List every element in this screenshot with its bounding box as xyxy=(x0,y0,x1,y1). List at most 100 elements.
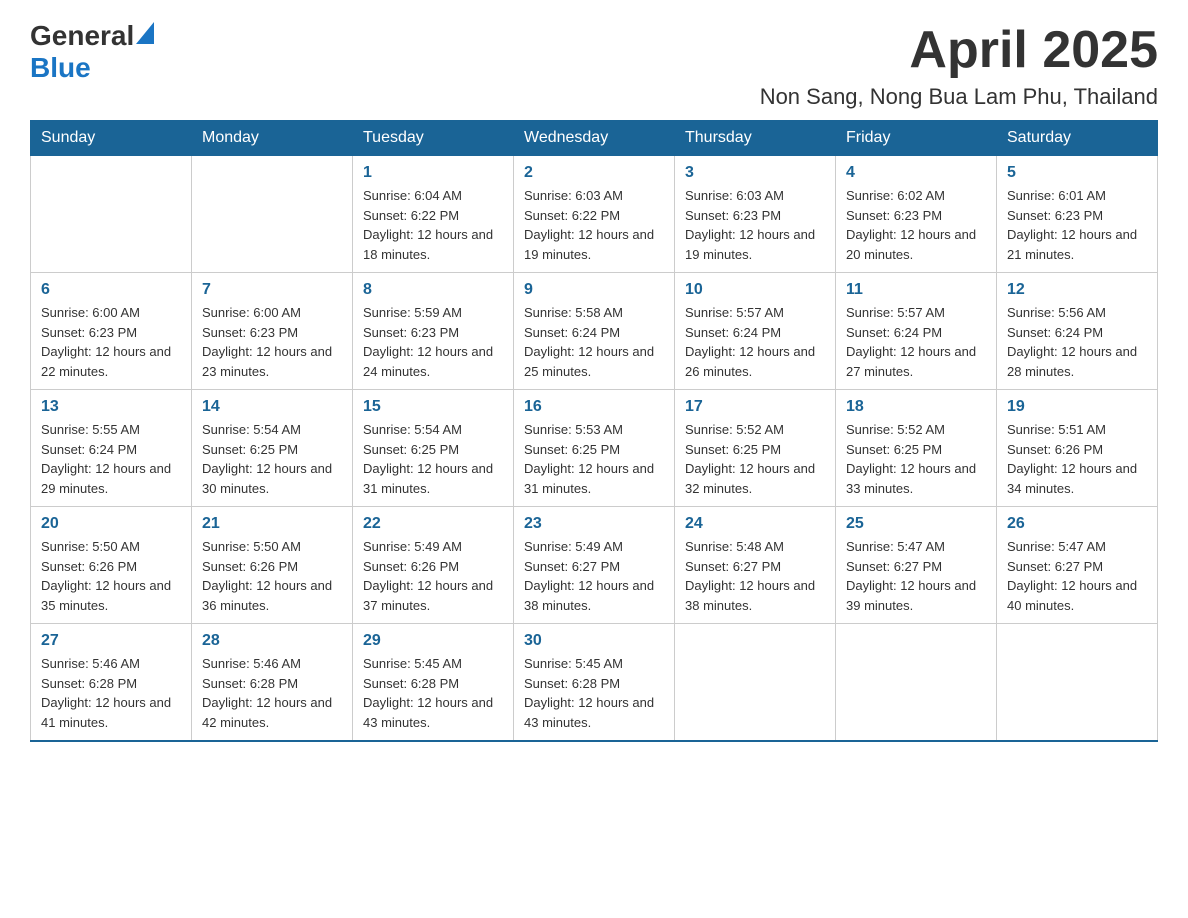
calendar-table: SundayMondayTuesdayWednesdayThursdayFrid… xyxy=(30,120,1158,742)
day-info: Sunrise: 5:53 AMSunset: 6:25 PMDaylight:… xyxy=(524,420,664,498)
day-number: 14 xyxy=(202,398,342,416)
day-info: Sunrise: 5:49 AMSunset: 6:27 PMDaylight:… xyxy=(524,537,664,615)
day-number: 20 xyxy=(41,515,181,533)
day-info: Sunrise: 5:50 AMSunset: 6:26 PMDaylight:… xyxy=(41,537,181,615)
calendar-cell: 2 Sunrise: 6:03 AMSunset: 6:22 PMDaylight… xyxy=(514,156,675,273)
day-number: 12 xyxy=(1007,281,1147,299)
day-info: Sunrise: 5:57 AMSunset: 6:24 PMDaylight:… xyxy=(685,303,825,381)
day-info: Sunrise: 5:54 AMSunset: 6:25 PMDaylight:… xyxy=(363,420,503,498)
calendar-cell: 26 Sunrise: 5:47 AMSunset: 6:27 PMDayligh… xyxy=(997,507,1158,624)
calendar-cell: 21 Sunrise: 5:50 AMSunset: 6:26 PMDayligh… xyxy=(192,507,353,624)
day-number: 11 xyxy=(846,281,986,299)
header-saturday: Saturday xyxy=(997,121,1158,156)
day-number: 18 xyxy=(846,398,986,416)
day-info: Sunrise: 5:59 AMSunset: 6:23 PMDaylight:… xyxy=(363,303,503,381)
calendar-cell: 16Sunrise: 5:53 AMSunset: 6:25 PMDayligh… xyxy=(514,390,675,507)
logo-triangle-icon xyxy=(136,22,154,44)
calendar-cell: 18 Sunrise: 5:52 AMSunset: 6:25 PMDayligh… xyxy=(836,390,997,507)
day-number: 28 xyxy=(202,632,342,650)
day-info: Sunrise: 5:50 AMSunset: 6:26 PMDaylight:… xyxy=(202,537,342,615)
day-number: 23 xyxy=(524,515,664,533)
week-row-4: 20 Sunrise: 5:50 AMSunset: 6:26 PMDayligh… xyxy=(31,507,1158,624)
day-info: Sunrise: 6:00 AMSunset: 6:23 PMDaylight:… xyxy=(41,303,181,381)
day-number: 4 xyxy=(846,164,986,182)
day-info: Sunrise: 5:57 AMSunset: 6:24 PMDaylight:… xyxy=(846,303,986,381)
calendar-cell: 20 Sunrise: 5:50 AMSunset: 6:26 PMDayligh… xyxy=(31,507,192,624)
day-info: Sunrise: 5:47 AMSunset: 6:27 PMDaylight:… xyxy=(1007,537,1147,615)
day-info: Sunrise: 5:51 AMSunset: 6:26 PMDaylight:… xyxy=(1007,420,1147,498)
day-number: 21 xyxy=(202,515,342,533)
calendar-cell: 23 Sunrise: 5:49 AMSunset: 6:27 PMDayligh… xyxy=(514,507,675,624)
day-number: 26 xyxy=(1007,515,1147,533)
page-header: General Blue April 2025 Non Sang, Nong B… xyxy=(30,20,1158,110)
day-number: 6 xyxy=(41,281,181,299)
day-number: 24 xyxy=(685,515,825,533)
day-info: Sunrise: 5:55 AMSunset: 6:24 PMDaylight:… xyxy=(41,420,181,498)
day-number: 7 xyxy=(202,281,342,299)
day-info: Sunrise: 5:52 AMSunset: 6:25 PMDaylight:… xyxy=(685,420,825,498)
day-info: Sunrise: 5:45 AMSunset: 6:28 PMDaylight:… xyxy=(524,654,664,732)
calendar-cell: 4 Sunrise: 6:02 AMSunset: 6:23 PMDaylight… xyxy=(836,156,997,273)
calendar-cell: 5 Sunrise: 6:01 AMSunset: 6:23 PMDaylight… xyxy=(997,156,1158,273)
header-row: SundayMondayTuesdayWednesdayThursdayFrid… xyxy=(31,121,1158,156)
calendar-cell: 13 Sunrise: 5:55 AMSunset: 6:24 PMDayligh… xyxy=(31,390,192,507)
day-number: 3 xyxy=(685,164,825,182)
day-number: 8 xyxy=(363,281,503,299)
calendar-cell: 10Sunrise: 5:57 AMSunset: 6:24 PMDayligh… xyxy=(675,273,836,390)
day-number: 30 xyxy=(524,632,664,650)
calendar-cell: 14Sunrise: 5:54 AMSunset: 6:25 PMDayligh… xyxy=(192,390,353,507)
header-monday: Monday xyxy=(192,121,353,156)
day-info: Sunrise: 6:03 AMSunset: 6:23 PMDaylight:… xyxy=(685,186,825,264)
day-info: Sunrise: 5:48 AMSunset: 6:27 PMDaylight:… xyxy=(685,537,825,615)
calendar-cell: 7 Sunrise: 6:00 AMSunset: 6:23 PMDaylight… xyxy=(192,273,353,390)
calendar-cell xyxy=(192,156,353,273)
day-info: Sunrise: 5:52 AMSunset: 6:25 PMDaylight:… xyxy=(846,420,986,498)
day-info: Sunrise: 5:46 AMSunset: 6:28 PMDaylight:… xyxy=(202,654,342,732)
calendar-cell: 15 Sunrise: 5:54 AMSunset: 6:25 PMDayligh… xyxy=(353,390,514,507)
day-info: Sunrise: 6:01 AMSunset: 6:23 PMDaylight:… xyxy=(1007,186,1147,264)
day-number: 22 xyxy=(363,515,503,533)
calendar-cell: 12 Sunrise: 5:56 AMSunset: 6:24 PMDayligh… xyxy=(997,273,1158,390)
day-number: 2 xyxy=(524,164,664,182)
day-info: Sunrise: 5:46 AMSunset: 6:28 PMDaylight:… xyxy=(41,654,181,732)
header-thursday: Thursday xyxy=(675,121,836,156)
calendar-cell: 8 Sunrise: 5:59 AMSunset: 6:23 PMDaylight… xyxy=(353,273,514,390)
logo: General Blue xyxy=(30,20,156,84)
calendar-cell: 30 Sunrise: 5:45 AMSunset: 6:28 PMDayligh… xyxy=(514,624,675,742)
header-tuesday: Tuesday xyxy=(353,121,514,156)
day-info: Sunrise: 5:56 AMSunset: 6:24 PMDaylight:… xyxy=(1007,303,1147,381)
location-title: Non Sang, Nong Bua Lam Phu, Thailand xyxy=(760,84,1158,110)
month-year-title: April 2025 xyxy=(760,20,1158,80)
calendar-cell: 17 Sunrise: 5:52 AMSunset: 6:25 PMDayligh… xyxy=(675,390,836,507)
day-info: Sunrise: 5:58 AMSunset: 6:24 PMDaylight:… xyxy=(524,303,664,381)
day-number: 9 xyxy=(524,281,664,299)
day-number: 5 xyxy=(1007,164,1147,182)
calendar-cell xyxy=(675,624,836,742)
day-number: 27 xyxy=(41,632,181,650)
day-info: Sunrise: 6:00 AMSunset: 6:23 PMDaylight:… xyxy=(202,303,342,381)
day-info: Sunrise: 5:47 AMSunset: 6:27 PMDaylight:… xyxy=(846,537,986,615)
day-number: 1 xyxy=(363,164,503,182)
calendar-cell: 3 Sunrise: 6:03 AMSunset: 6:23 PMDaylight… xyxy=(675,156,836,273)
calendar-cell: 6 Sunrise: 6:00 AMSunset: 6:23 PMDaylight… xyxy=(31,273,192,390)
day-number: 17 xyxy=(685,398,825,416)
day-number: 15 xyxy=(363,398,503,416)
calendar-cell: 22Sunrise: 5:49 AMSunset: 6:26 PMDayligh… xyxy=(353,507,514,624)
calendar-cell: 25 Sunrise: 5:47 AMSunset: 6:27 PMDayligh… xyxy=(836,507,997,624)
calendar-cell: 1Sunrise: 6:04 AMSunset: 6:22 PMDaylight… xyxy=(353,156,514,273)
day-number: 25 xyxy=(846,515,986,533)
day-info: Sunrise: 6:02 AMSunset: 6:23 PMDaylight:… xyxy=(846,186,986,264)
day-number: 19 xyxy=(1007,398,1147,416)
calendar-cell: 24 Sunrise: 5:48 AMSunset: 6:27 PMDayligh… xyxy=(675,507,836,624)
header-wednesday: Wednesday xyxy=(514,121,675,156)
header-sunday: Sunday xyxy=(31,121,192,156)
title-area: April 2025 Non Sang, Nong Bua Lam Phu, T… xyxy=(760,20,1158,110)
day-info: Sunrise: 6:03 AMSunset: 6:22 PMDaylight:… xyxy=(524,186,664,264)
calendar-cell: 27 Sunrise: 5:46 AMSunset: 6:28 PMDayligh… xyxy=(31,624,192,742)
calendar-cell: 11 Sunrise: 5:57 AMSunset: 6:24 PMDayligh… xyxy=(836,273,997,390)
day-number: 13 xyxy=(41,398,181,416)
header-friday: Friday xyxy=(836,121,997,156)
day-info: Sunrise: 5:45 AMSunset: 6:28 PMDaylight:… xyxy=(363,654,503,732)
calendar-cell: 28 Sunrise: 5:46 AMSunset: 6:28 PMDayligh… xyxy=(192,624,353,742)
week-row-3: 13 Sunrise: 5:55 AMSunset: 6:24 PMDayligh… xyxy=(31,390,1158,507)
